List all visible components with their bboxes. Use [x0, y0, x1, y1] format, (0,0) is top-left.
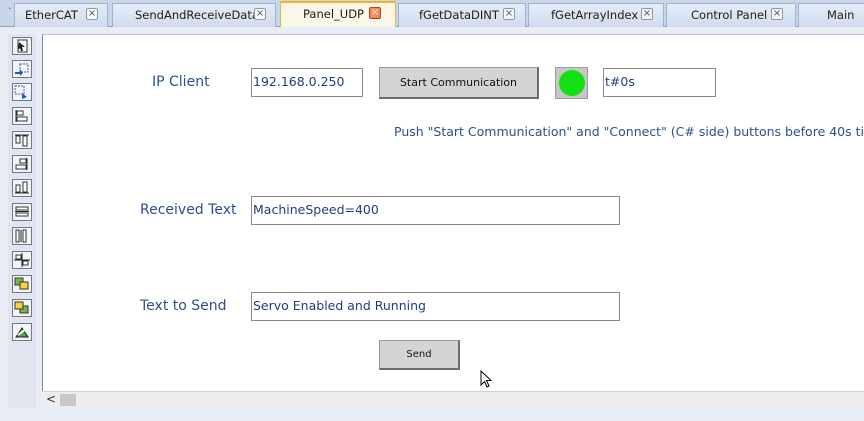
align-bottom-icon[interactable]	[12, 179, 32, 197]
bring-to-front-icon[interactable]	[12, 275, 32, 293]
status-led-icon	[559, 70, 585, 96]
close-icon[interactable]: ×	[641, 8, 653, 20]
select-left-icon[interactable]	[12, 60, 32, 78]
tab-label: Panel_UDP	[303, 7, 364, 21]
send-button[interactable]: Send	[379, 340, 460, 370]
text-to-send-input[interactable]: Servo Enabled and Running	[251, 292, 620, 321]
close-icon[interactable]: ×	[503, 8, 515, 20]
bottom-strip	[0, 408, 864, 421]
instruction-text: Push "Start Communication" and "Connect"…	[394, 124, 864, 139]
layout-toolbar	[8, 34, 36, 420]
mouse-cursor-icon	[480, 369, 494, 394]
received-text-label: Received Text	[140, 202, 237, 218]
received-text-field[interactable]: MachineSpeed=400	[251, 196, 620, 225]
close-icon[interactable]: ×	[86, 8, 98, 20]
scroll-left-icon[interactable]: <	[46, 392, 56, 407]
ip-client-label: IP Client	[152, 74, 210, 90]
tab-fgetdatadint[interactable]: fGetDataDINT ×	[398, 3, 526, 27]
tab-label: fGetArrayIndex	[551, 8, 639, 22]
center-icon[interactable]	[12, 251, 32, 269]
tab-fgetarrayindex[interactable]: fGetArrayIndex ×	[528, 3, 664, 27]
horizontal-scrollbar[interactable]: <	[42, 391, 864, 408]
text-to-send-label: Text to Send	[140, 298, 227, 314]
align-right-icon[interactable]	[12, 155, 32, 173]
tab-ethercat[interactable]: EtherCAT ×	[14, 3, 108, 27]
close-icon[interactable]: ×	[771, 8, 783, 20]
tab-overflow-dots: ·	[8, 2, 12, 15]
ip-client-input[interactable]: 192.168.0.250	[251, 68, 363, 97]
tab-control-panel[interactable]: Control Panel ×	[666, 3, 796, 27]
tab-label: EtherCAT	[25, 8, 78, 22]
tab-label: Main	[827, 8, 855, 22]
align-left-icon[interactable]	[12, 107, 32, 125]
scroll-thumb[interactable]	[60, 394, 76, 406]
tab-main[interactable]: Main	[798, 3, 864, 27]
start-communication-button[interactable]: Start Communication	[379, 67, 539, 99]
make-same-width-icon[interactable]	[12, 203, 32, 221]
connection-status-lamp	[555, 67, 588, 99]
tab-label: fGetDataDINT	[419, 8, 499, 22]
panel-canvas: IP Client 192.168.0.250 Start Communicat…	[42, 34, 864, 408]
pointer-tool-icon[interactable]	[12, 37, 32, 55]
send-to-back-icon[interactable]	[12, 299, 32, 317]
editor-tab-bar: · EtherCAT × SendAndReceiveData × Panel_…	[0, 0, 864, 27]
tab-sendandreceivedata[interactable]: SendAndReceiveData ×	[112, 3, 276, 27]
timer-field[interactable]: t#0s	[603, 68, 716, 97]
make-same-height-icon[interactable]	[12, 227, 32, 245]
tab-label: Control Panel	[691, 8, 768, 22]
close-icon[interactable]: ×	[254, 8, 266, 20]
align-top-icon[interactable]	[12, 131, 32, 149]
select-right-icon[interactable]	[12, 83, 32, 101]
tab-panel-udp[interactable]: Panel_UDP ×	[280, 1, 396, 27]
settings-tool-icon[interactable]	[12, 323, 32, 341]
close-icon[interactable]: ×	[369, 7, 381, 19]
tab-label: SendAndReceiveData	[135, 8, 259, 22]
